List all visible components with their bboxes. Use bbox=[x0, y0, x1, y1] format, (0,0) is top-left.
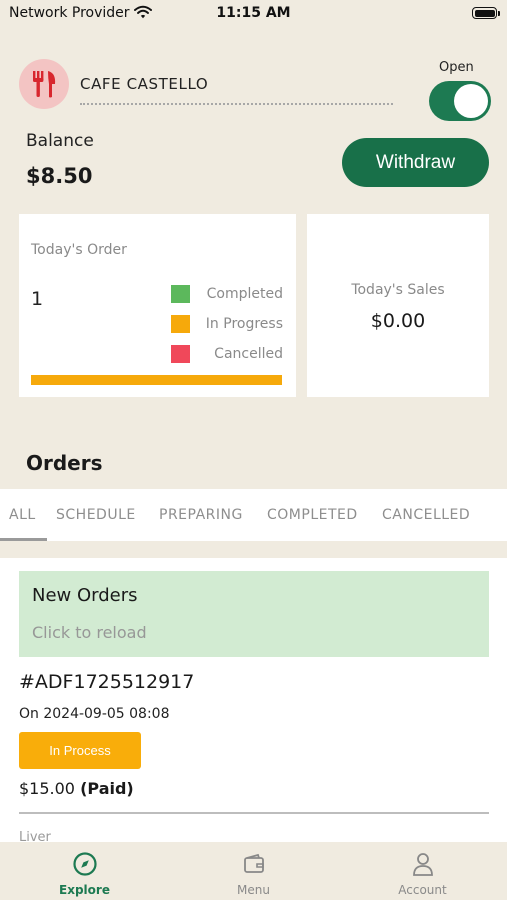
legend-swatch-completed bbox=[171, 285, 190, 303]
today-sales-value: $0.00 bbox=[370, 310, 426, 332]
tab-cancelled[interactable]: CANCELLED bbox=[382, 507, 470, 523]
fork-knife-icon bbox=[33, 71, 56, 98]
legend-label-in-progress: In Progress bbox=[205, 316, 283, 332]
legend-swatch-cancelled bbox=[171, 345, 190, 363]
new-orders-banner[interactable]: New Orders Click to reload bbox=[19, 571, 489, 657]
order-id[interactable]: #ADF1725512917 bbox=[19, 671, 194, 693]
battery-tip bbox=[498, 11, 500, 16]
nav-account-label: Account bbox=[398, 883, 447, 897]
orders-title: Orders bbox=[26, 451, 103, 475]
toggle-knob bbox=[454, 84, 488, 118]
nav-menu-label: Menu bbox=[237, 883, 270, 897]
restaurant-name: CAFE CASTELLO bbox=[80, 75, 209, 93]
person-icon bbox=[411, 851, 435, 877]
bottom-nav: Explore Menu Account bbox=[0, 842, 507, 900]
order-progress-bar bbox=[31, 375, 282, 385]
withdraw-button[interactable]: Withdraw bbox=[342, 138, 489, 187]
nav-menu[interactable]: Menu bbox=[169, 842, 338, 900]
nav-explore[interactable]: Explore bbox=[0, 842, 169, 900]
balance-label: Balance bbox=[26, 131, 94, 151]
legend-cancelled: Cancelled bbox=[171, 344, 283, 364]
order-amount: $15.00 bbox=[19, 779, 75, 798]
order-status-badge[interactable]: In Process bbox=[19, 732, 141, 769]
tab-preparing[interactable]: PREPARING bbox=[159, 507, 243, 523]
tab-all[interactable]: ALL bbox=[9, 507, 36, 523]
clock-time: 11:15 AM bbox=[216, 5, 291, 21]
nav-account[interactable]: Account bbox=[338, 842, 507, 900]
legend-label-cancelled: Cancelled bbox=[214, 346, 283, 362]
tab-completed[interactable]: COMPLETED bbox=[267, 507, 358, 523]
order-divider bbox=[19, 812, 489, 814]
reload-link[interactable]: Click to reload bbox=[32, 623, 147, 642]
status-bar: Network Provider 11:15 AM bbox=[0, 0, 507, 28]
wallet-icon bbox=[242, 851, 266, 877]
today-order-card: Today's Order 1 Completed In Progress Ca… bbox=[19, 214, 296, 397]
order-list: New Orders Click to reload #ADF172551291… bbox=[0, 558, 507, 842]
tab-schedule[interactable]: SCHEDULE bbox=[56, 507, 136, 523]
today-order-label: Today's Order bbox=[31, 242, 127, 258]
open-label: Open bbox=[439, 60, 474, 75]
active-tab-indicator bbox=[0, 538, 47, 541]
order-date: On 2024-09-05 08:08 bbox=[19, 706, 170, 722]
open-toggle[interactable] bbox=[429, 81, 491, 121]
today-sales-card: Today's Sales $0.00 bbox=[307, 214, 489, 397]
legend-swatch-in-progress bbox=[171, 315, 190, 333]
nav-explore-label: Explore bbox=[59, 883, 110, 897]
name-divider bbox=[80, 103, 393, 105]
restaurant-logo bbox=[19, 59, 69, 109]
legend-completed: Completed bbox=[171, 284, 283, 304]
payment-status: (Paid) bbox=[80, 779, 134, 798]
order-amount-row: $15.00 (Paid) bbox=[19, 779, 134, 798]
today-order-count: 1 bbox=[31, 288, 44, 310]
today-sales-label: Today's Sales bbox=[351, 282, 445, 298]
next-order-item: Liver bbox=[19, 830, 51, 842]
legend-label-completed: Completed bbox=[206, 286, 283, 302]
legend-in-progress: In Progress bbox=[171, 314, 283, 334]
orders-tab-bar: ALL SCHEDULE PREPARING COMPLETED CANCELL… bbox=[0, 489, 507, 541]
balance-value: $8.50 bbox=[26, 164, 93, 188]
compass-icon bbox=[72, 851, 98, 877]
battery-icon bbox=[472, 7, 497, 19]
new-orders-title: New Orders bbox=[32, 585, 138, 606]
